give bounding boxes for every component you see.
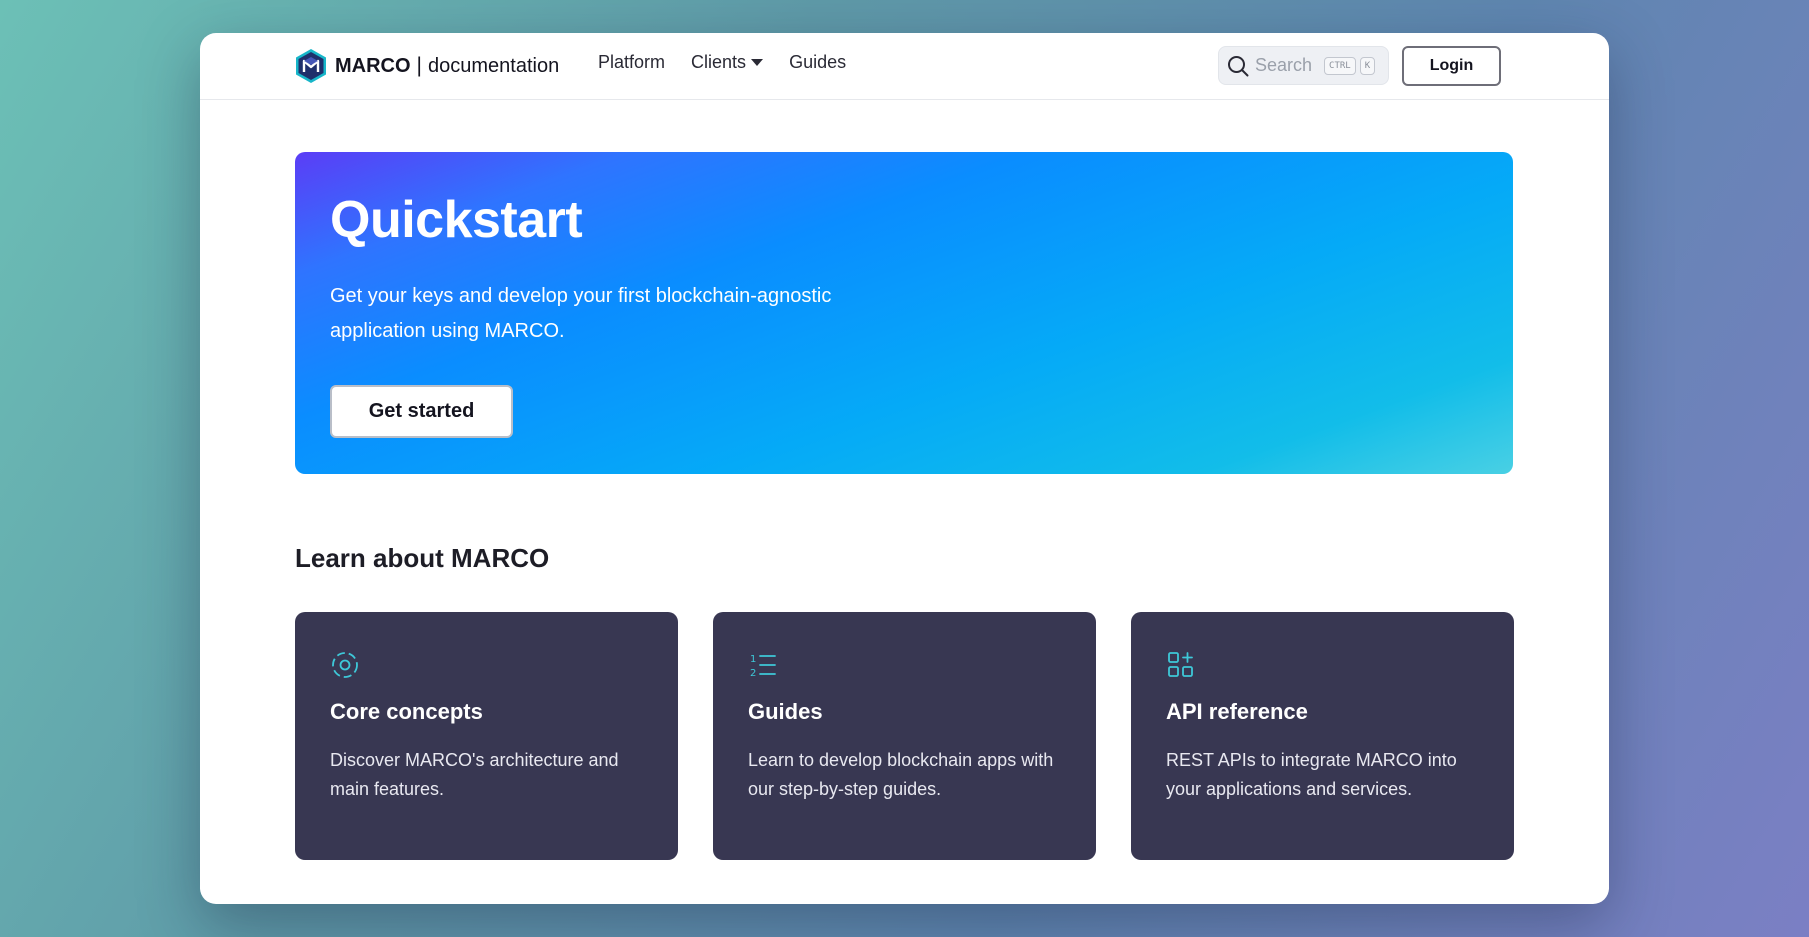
shortcut-key-k: K	[1359, 56, 1376, 75]
card-description: REST APIs to integrate MARCO into your a…	[1166, 750, 1457, 799]
card-guides[interactable]: 1 2 Guides Learn to develop blockchain a…	[713, 612, 1096, 860]
card-core-concepts[interactable]: Core concepts Discover MARCO's architect…	[295, 612, 678, 860]
brand-suffix: documentation	[428, 54, 560, 77]
core-concepts-icon	[332, 652, 358, 678]
brand-name: MARCO	[335, 54, 411, 77]
nav-guides[interactable]: Guides	[789, 52, 846, 73]
docs-window: MARCO | documentation Platform Clients G…	[200, 33, 1609, 904]
login-button[interactable]: Login	[1402, 46, 1501, 86]
hero-title: Quickstart	[330, 191, 583, 249]
shortcut-key-ctrl: CTRL	[1324, 56, 1356, 75]
search-placeholder: Search	[1255, 55, 1313, 75]
svg-text:1: 1	[750, 654, 756, 665]
search-icon	[1228, 55, 1249, 76]
marco-logo-icon	[296, 49, 326, 83]
hero-description: Get your keys and develop your first blo…	[330, 285, 832, 342]
top-navbar: MARCO | documentation Platform Clients G…	[200, 33, 1609, 100]
grid-add-icon	[1168, 652, 1193, 677]
card-api-reference[interactable]: API reference REST APIs to integrate MAR…	[1131, 612, 1514, 860]
get-started-button[interactable]: Get started	[330, 385, 513, 438]
card-title: Guides	[748, 699, 823, 724]
numbered-list-icon: 1 2	[750, 654, 776, 679]
card-title: Core concepts	[330, 699, 483, 724]
nav-platform[interactable]: Platform	[598, 52, 665, 73]
brand[interactable]: MARCO | documentation	[295, 48, 559, 84]
svg-text:2: 2	[750, 668, 756, 679]
chevron-down-icon	[751, 59, 764, 66]
nav-platform-label: Platform	[598, 52, 666, 72]
card-description: Discover MARCO's architecture and main f…	[330, 750, 619, 799]
search-box[interactable]: Search CTRL K	[1218, 46, 1389, 85]
card-title: API reference	[1166, 699, 1308, 724]
quickstart-hero: Quickstart Get your keys and develop you…	[295, 152, 1513, 474]
learn-section-title: Learn about MARCO	[295, 543, 550, 573]
nav-guides-label: Guides	[789, 52, 847, 72]
nav-clients[interactable]: Clients	[691, 52, 764, 73]
brand-separator: |	[416, 54, 423, 77]
main-nav: Platform Clients Guides	[598, 52, 872, 73]
card-description: Learn to develop blockchain apps with ou…	[748, 750, 1054, 799]
nav-clients-label: Clients	[691, 52, 747, 72]
